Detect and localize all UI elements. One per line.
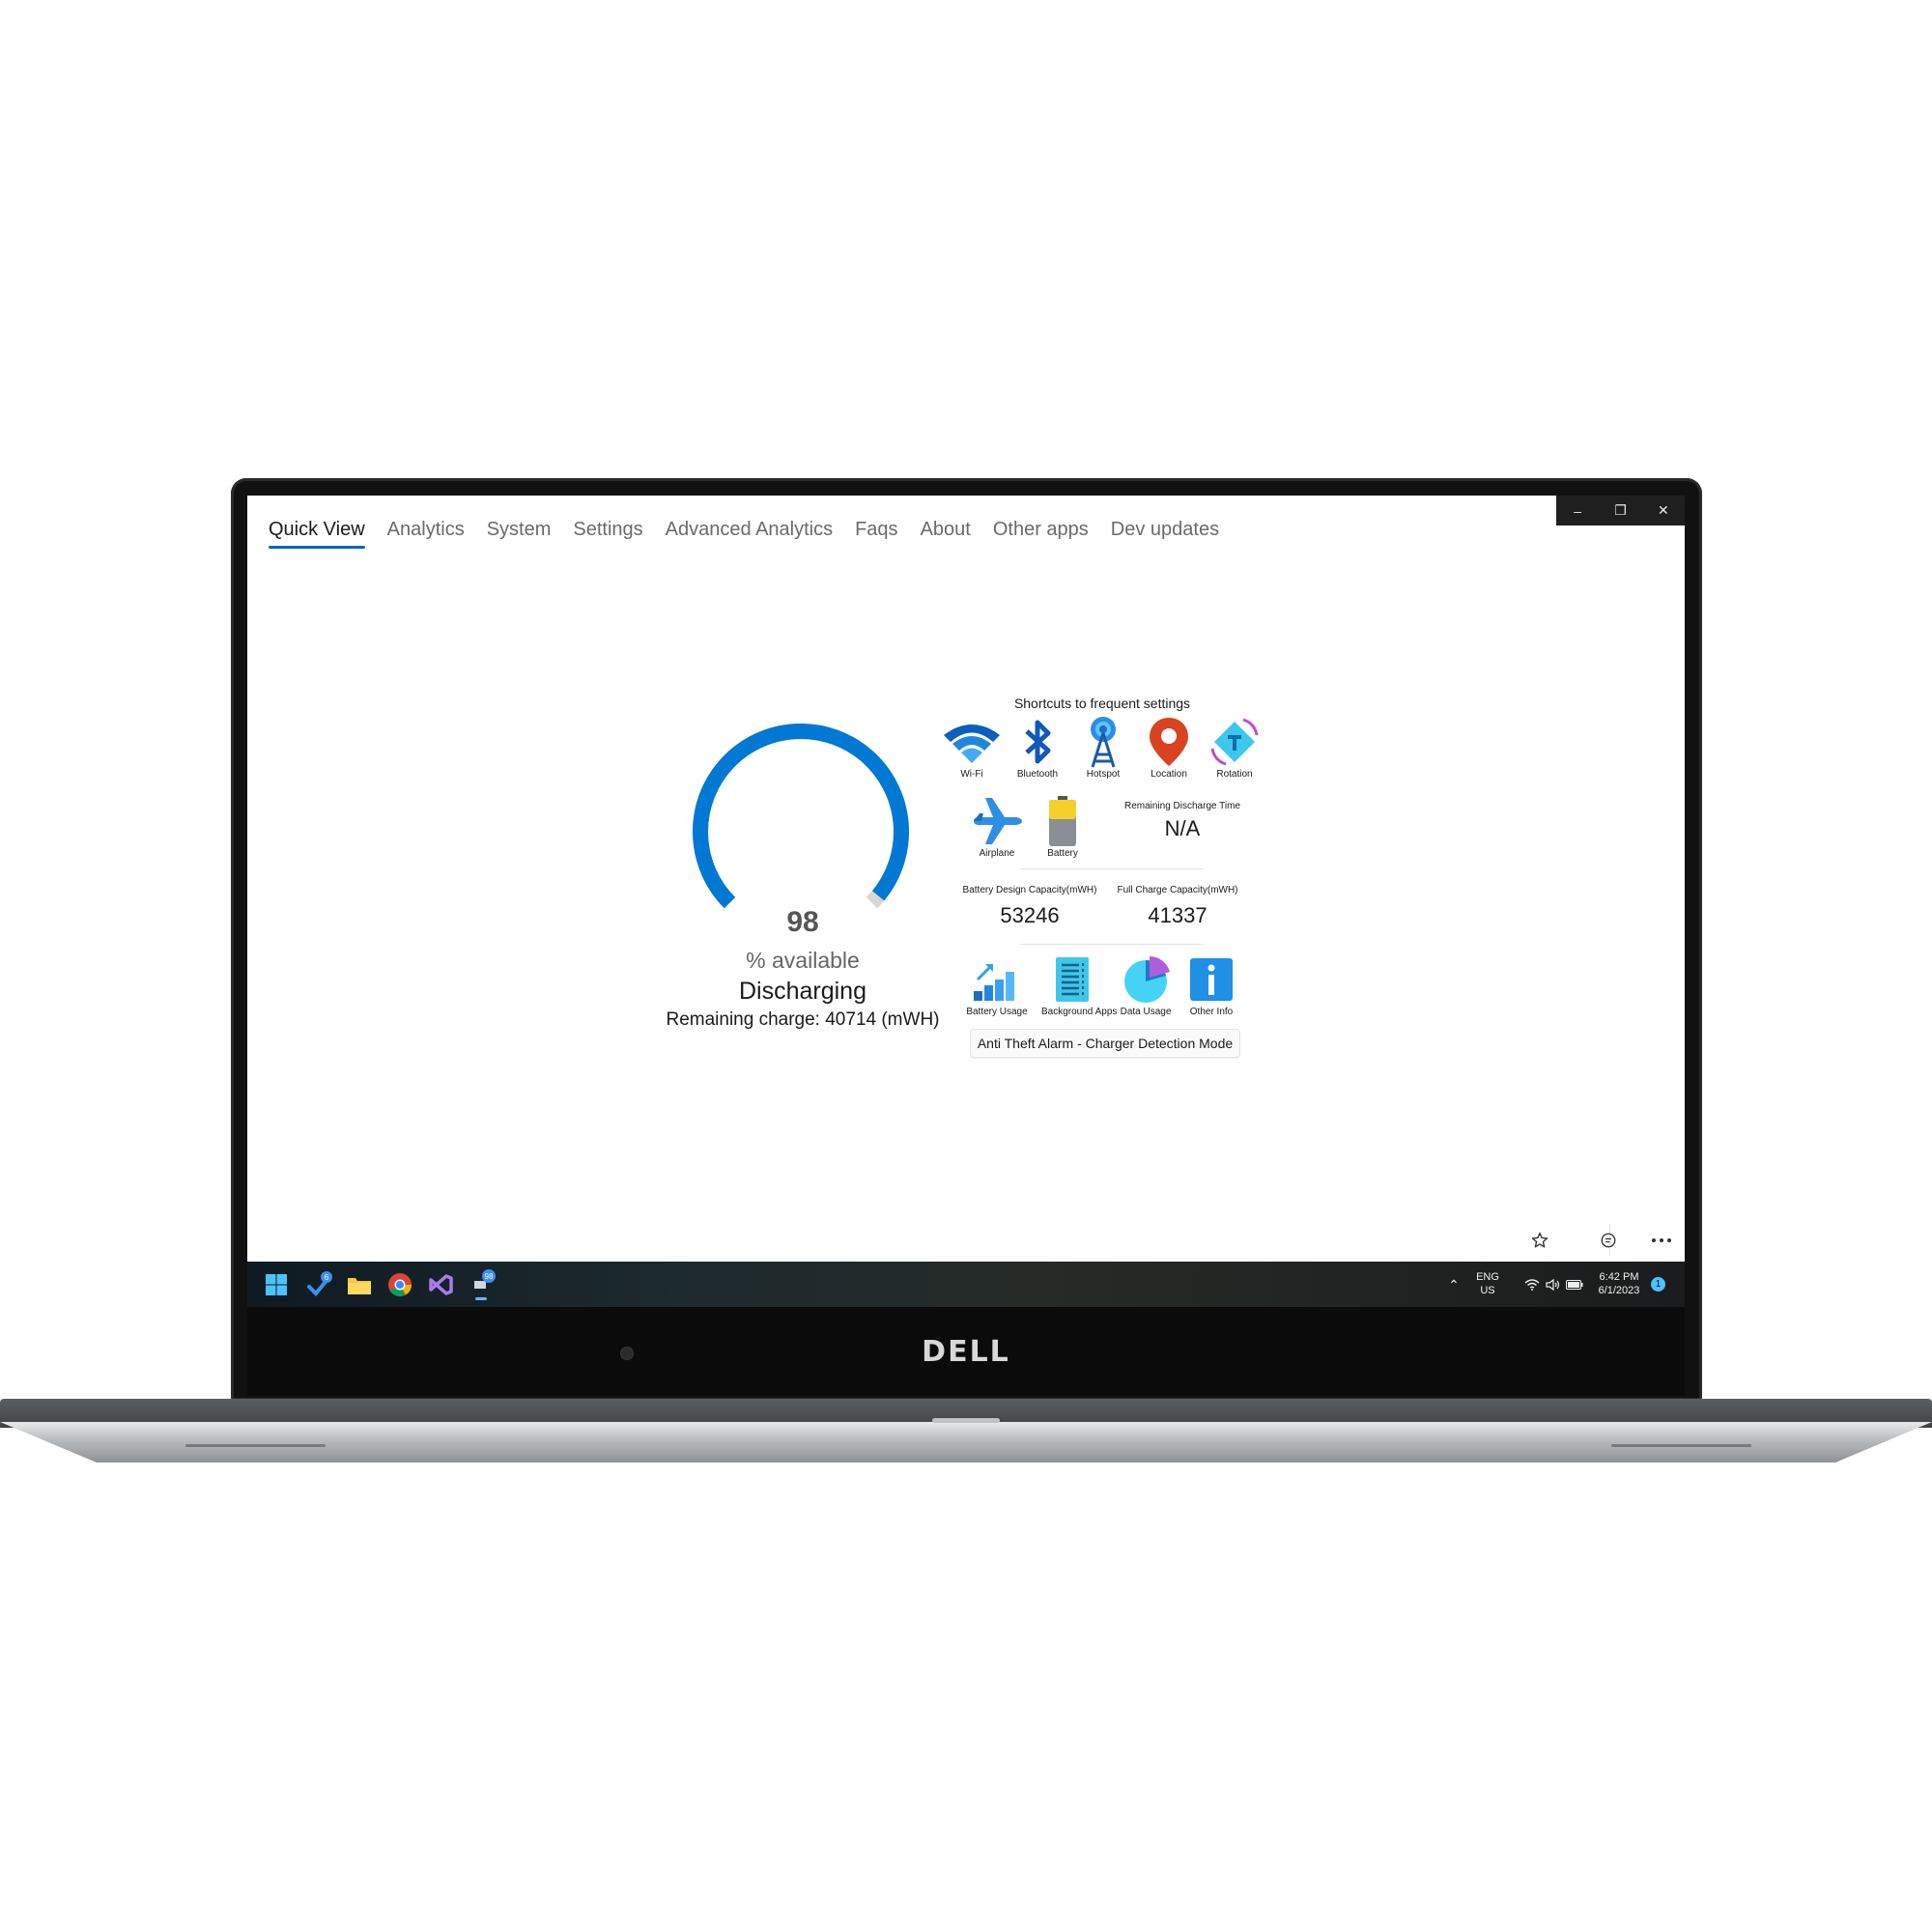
design-capacity-value: 53246 (1000, 903, 1060, 927)
speaker-vent-left (185, 1444, 326, 1447)
tool-battery-usage[interactable]: Battery Usage (966, 953, 1028, 1017)
shortcut-label: Location (1151, 769, 1187, 780)
battery-tray-icon[interactable] (1559, 1269, 1590, 1300)
file-explorer-icon[interactable] (344, 1269, 375, 1300)
bluetooth-icon (1007, 716, 1068, 768)
start-windows-icon[interactable] (261, 1269, 292, 1300)
shortcut-rotation[interactable]: Rotation (1204, 716, 1265, 780)
shortcut-label: Airplane (979, 848, 1015, 859)
taskbar: 6 98 ⌃ ENG US 6:42 PM 6/1/2023 1 (247, 1262, 1685, 1307)
brand-logo: DELL (922, 1335, 1010, 1369)
language-line2: US (1480, 1285, 1495, 1296)
tab-settings[interactable]: Settings (573, 515, 642, 549)
clock[interactable]: 6:42 PM 6/1/2023 (1588, 1270, 1650, 1297)
shortcut-airplane[interactable]: Airplane (966, 795, 1028, 859)
tab-analytics[interactable]: Analytics (387, 515, 465, 549)
gauge-fill (693, 724, 909, 909)
shortcut-label: Bluetooth (1016, 769, 1059, 780)
shortcut-bluetooth[interactable]: Bluetooth (1007, 716, 1068, 780)
divider (1020, 868, 1204, 869)
charging-status: Discharging (738, 978, 867, 1005)
hotspot-icon (1072, 716, 1134, 768)
anti-theft-alarm-button[interactable]: Anti Theft Alarm - Charger Detection Mod… (970, 1029, 1240, 1058)
wifi-icon (941, 716, 1003, 768)
tool-background-apps[interactable]: Background Apps (1041, 953, 1118, 1017)
speaker-vent-right (1611, 1444, 1751, 1447)
shortcut-hotspot[interactable]: Hotspot (1072, 716, 1134, 780)
shortcuts-title: Shortcuts to frequent settings (1013, 696, 1191, 711)
chrome-icon[interactable] (384, 1269, 415, 1300)
tab-faqs[interactable]: Faqs (855, 515, 897, 549)
battery-app-badge: 98 (485, 1272, 494, 1281)
clock-date: 6/1/2023 (1598, 1285, 1640, 1296)
shortcut-label: Battery (1047, 848, 1078, 859)
discharge-time-label: Remaining Discharge Time (1123, 801, 1241, 811)
tool-label: Other Info (1189, 1007, 1234, 1017)
more-icon[interactable] (1648, 1227, 1675, 1254)
shortcut-label: Rotation (1216, 769, 1253, 780)
tool-other-info[interactable]: Other Info (1180, 953, 1242, 1017)
tab-advanced-analytics[interactable]: Advanced Analytics (666, 515, 833, 549)
full-charge-label: Full Charge Capacity(mWH) (1117, 885, 1238, 895)
tasks-app-icon[interactable]: 6 (303, 1269, 334, 1300)
visual-studio-icon[interactable] (425, 1269, 456, 1300)
hinge-notch (932, 1418, 1000, 1423)
shortcut-battery[interactable]: Battery (1032, 795, 1094, 859)
screen: – ❐ ✕ Quick View Analytics System Settin… (247, 496, 1685, 1307)
language-line1: ENG (1476, 1271, 1499, 1283)
tool-data-usage[interactable]: Data Usage (1115, 953, 1177, 1017)
camera-icon (620, 1347, 634, 1360)
data-usage-pie-icon (1115, 953, 1177, 1006)
clock-time: 6:42 PM (1599, 1271, 1639, 1283)
nav-tabs: Quick View Analytics System Settings Adv… (269, 515, 1241, 549)
tool-label: Battery Usage (966, 1007, 1028, 1017)
star-icon[interactable] (1526, 1227, 1553, 1254)
tab-dev-updates[interactable]: Dev updates (1111, 515, 1219, 549)
available-label: % available (746, 948, 860, 973)
window-controls: – ❐ ✕ (1556, 496, 1685, 526)
location-pin-icon (1138, 716, 1200, 768)
close-button[interactable]: ✕ (1642, 496, 1685, 526)
shortcut-wifi[interactable]: Wi-Fi (941, 716, 1003, 780)
battery-percent-value: 98 (786, 906, 819, 938)
shortcut-location[interactable]: Location (1138, 716, 1200, 780)
shortcut-label: Hotspot (1086, 769, 1121, 780)
full-charge-value: 41337 (1148, 903, 1208, 927)
restore-button[interactable]: ❐ (1599, 496, 1641, 526)
airplane-icon (966, 795, 1028, 847)
notification-badge[interactable]: 1 (1651, 1277, 1665, 1292)
chevron-up-icon[interactable]: ⌃ (1438, 1269, 1469, 1300)
design-capacity-label: Battery Design Capacity(mWH) (962, 885, 1097, 895)
tab-other-apps[interactable]: Other apps (993, 515, 1089, 549)
rotation-icon (1204, 716, 1265, 768)
tab-system[interactable]: System (487, 515, 552, 549)
battery-app-taskbar-icon[interactable]: 98 (467, 1269, 497, 1300)
discharge-time-value: N/A (1164, 816, 1201, 840)
tab-quick-view[interactable]: Quick View (269, 515, 365, 549)
tasks-badge: 6 (325, 1273, 329, 1282)
language-indicator[interactable]: ENG US (1472, 1270, 1503, 1297)
battery-icon (1032, 795, 1094, 847)
background-apps-icon (1041, 953, 1103, 1006)
tool-label: Background Apps (1041, 1007, 1118, 1017)
divider (1020, 944, 1204, 945)
feedback-icon[interactable] (1595, 1227, 1622, 1254)
laptop-base-lip (0, 1422, 1932, 1463)
tool-label: Data Usage (1120, 1007, 1172, 1017)
battery-usage-chart-icon (966, 953, 1028, 1006)
remaining-charge: Remaining charge: 40714 (mWH) (666, 1009, 940, 1030)
info-icon (1180, 953, 1242, 1006)
shortcut-label: Wi-Fi (960, 769, 983, 780)
tab-about[interactable]: About (921, 515, 971, 549)
minimize-button[interactable]: – (1556, 496, 1599, 526)
battery-gauge (693, 724, 909, 909)
